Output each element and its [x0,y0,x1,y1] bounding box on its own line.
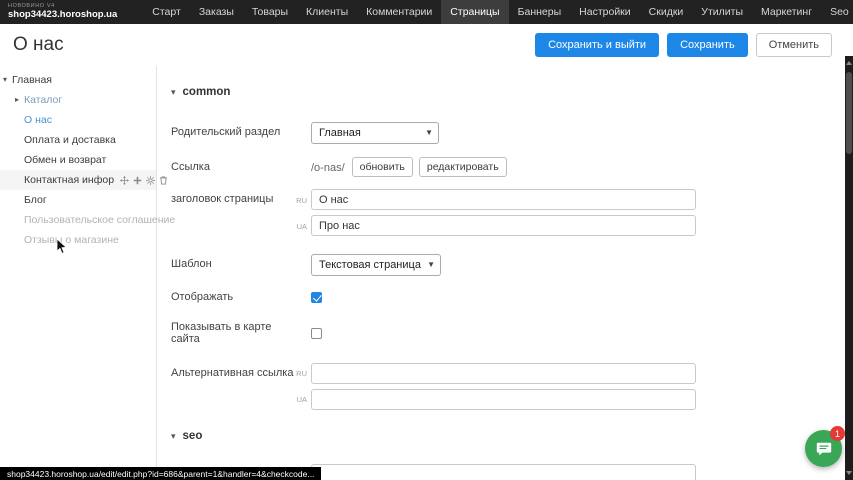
page-title-ru-input[interactable] [311,189,696,210]
template-select[interactable]: Текстовая страница ▼ [311,254,441,276]
menu-item-pages[interactable]: Страницы [441,0,508,24]
chat-unread-badge: 1 [830,426,845,441]
parent-section-label: Родительский раздел [171,122,295,139]
tree-item-shop-reviews[interactable]: Отзывы о магазине [0,230,156,250]
lang-ru-label: RU [295,195,307,205]
header-actions: Сохранить и выйти Сохранить Отменить [535,33,832,57]
save-button[interactable]: Сохранить [667,33,748,57]
brand-domain: shop34423.horoshop.ua [8,10,117,20]
template-label: Шаблон [171,254,295,271]
browser-status-url: shop34423.horoshop.ua/edit/edit.php?id=6… [0,467,321,480]
display-label: Отображать [171,291,295,304]
chat-bubble-icon [815,440,833,458]
top-menu: Старт Заказы Товары Клиенты Комментарии … [143,0,853,24]
link-update-button[interactable]: обновить [352,157,413,177]
link-edit-button[interactable]: редактировать [419,157,507,177]
tree-item-label: Обмен и возврат [24,154,106,166]
app-window: НОВОВИНО V4 shop34423.horoshop.ua Старт … [0,0,853,480]
menu-item-settings[interactable]: Настройки [570,0,640,24]
menu-item-banners[interactable]: Баннеры [509,0,571,24]
tree-item-label: Главная [12,74,52,86]
scroll-down-icon[interactable] [845,468,853,478]
page-title-label: заголовок страницы [171,189,295,206]
alt-link-ru-input[interactable] [311,363,696,384]
section-seo[interactable]: ▾ seo [171,430,845,442]
gear-icon[interactable] [146,176,155,185]
page-title: О нас [13,34,64,56]
tree-item-label: Контактная инфор [24,174,114,186]
link-value: /o-nas/ [311,161,345,174]
save-and-exit-button[interactable]: Сохранить и выйти [535,33,659,57]
page-edit-form: ▾ common Родительский раздел Главная ▼ Сс… [157,66,845,480]
page-header: О нас Сохранить и выйти Сохранить Отмени… [0,24,845,66]
tree-item-about[interactable]: О нас [0,110,156,130]
menu-item-comments[interactable]: Комментарии [357,0,441,24]
menu-item-discounts[interactable]: Скидки [640,0,693,24]
caret-down-icon: ▾ [171,431,176,441]
add-icon[interactable] [133,176,142,185]
section-common-label: common [183,86,231,98]
display-checkbox[interactable] [311,292,322,303]
chevron-down-icon: ▼ [427,260,435,269]
menu-item-products[interactable]: Товары [243,0,297,24]
caret-down-icon: ▾ [171,87,176,97]
menu-item-utilities[interactable]: Утилиты [692,0,752,24]
alt-link-ua-input[interactable] [311,389,696,410]
sitemap-checkbox[interactable] [311,328,322,339]
brand-logo[interactable]: НОВОВИНО V4 shop34423.horoshop.ua [8,4,117,20]
scrollbar-thumb[interactable] [846,72,852,154]
parent-section-row: Родительский раздел Главная ▼ [171,122,845,144]
tree-item-blog[interactable]: Блог [0,190,156,210]
tree-item-payment-delivery[interactable]: Оплата и доставка [0,130,156,150]
tree-item-user-agreement[interactable]: Пользовательское соглашение [0,210,156,230]
vertical-scrollbar[interactable] [845,56,853,480]
sitemap-row: Показывать в карте сайта [171,321,845,346]
menu-item-clients[interactable]: Клиенты [297,0,357,24]
template-row: Шаблон Текстовая страница ▼ [171,254,845,276]
link-label: Ссылка [171,157,295,174]
chat-widget-button[interactable]: 1 [805,430,842,467]
page-title-ua-input[interactable] [311,215,696,236]
tree-item-label: О нас [24,114,52,126]
alt-link-label: Альтернативная ссылка [171,363,295,380]
caret-right-icon[interactable]: ▸ [15,95,19,104]
body: ▾ Главная ▸ Каталог О нас Оплата и доста… [0,66,845,480]
display-row: Отображать [171,291,845,304]
parent-section-select[interactable]: Главная ▼ [311,122,439,144]
lang-ua-label: UA [295,221,307,231]
section-seo-label: seo [183,430,203,442]
sitemap-label: Показывать в карте сайта [171,321,295,346]
menu-item-orders[interactable]: Заказы [190,0,243,24]
tree-item-label: Пользовательское соглашение [24,214,175,226]
tree-item-label: Блог [24,194,47,206]
move-icon[interactable] [120,176,129,185]
menu-item-seo[interactable]: Seo [821,0,853,24]
chevron-down-icon: ▼ [425,128,433,137]
section-common[interactable]: ▾ common [171,86,845,98]
topbar: НОВОВИНО V4 shop34423.horoshop.ua Старт … [0,0,853,24]
tree-item-exchange-return[interactable]: Обмен и возврат [0,150,156,170]
menu-item-start[interactable]: Старт [143,0,190,24]
pages-tree-sidebar: ▾ Главная ▸ Каталог О нас Оплата и доста… [0,66,157,480]
lang-ru-label: RU [295,368,307,378]
tree-item-catalog[interactable]: ▸ Каталог [0,90,156,110]
tree-item-main[interactable]: ▾ Главная [0,70,156,90]
page-title-row: заголовок страницы RU UA [171,189,845,236]
scroll-up-icon[interactable] [845,58,853,68]
link-row: Ссылка /o-nas/ обновить редактировать [171,157,845,177]
lang-ua-label: UA [295,394,307,404]
caret-down-icon[interactable]: ▾ [3,75,7,84]
tree-item-label: Отзывы о магазине [24,234,119,246]
menu-item-marketing[interactable]: Маркетинг [752,0,821,24]
tree-item-contact-info[interactable]: Контактная инфор [0,170,156,190]
html-title-ru-input[interactable] [311,464,696,480]
tree-item-label: Оплата и доставка [24,134,116,146]
cancel-button[interactable]: Отменить [756,33,832,57]
tree-item-label: Каталог [24,94,62,106]
template-value: Текстовая страница [319,259,421,271]
alt-link-row: Альтернативная ссылка RU UA [171,363,845,410]
parent-section-value: Главная [319,127,361,139]
